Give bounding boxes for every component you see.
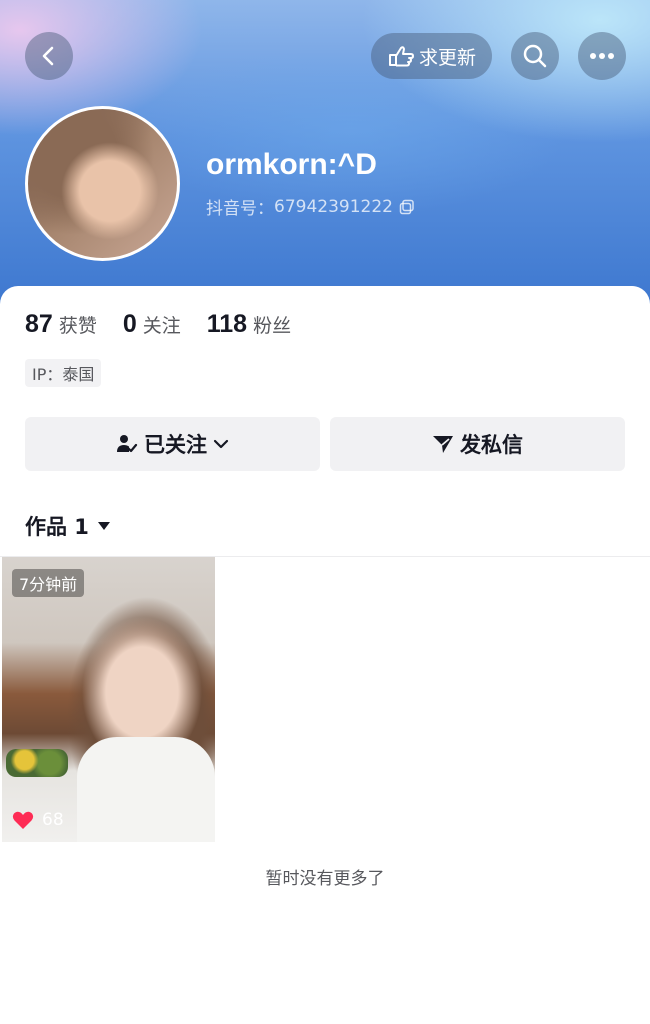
works-tab-label: 作品 1 <box>25 515 89 539</box>
works-tab[interactable]: 作品 1 <box>25 511 111 541</box>
caret-down-icon <box>97 522 110 530</box>
video-likes-count: 68 <box>42 810 64 830</box>
followed-button[interactable]: 已关注 <box>25 417 320 471</box>
request-update-label: 求更新 <box>418 46 476 69</box>
video-thumbnail[interactable] <box>2 557 215 842</box>
thumbnail-plant-decoration <box>6 749 68 777</box>
search-icon <box>523 44 547 68</box>
followers-label[interactable]: 粉丝 <box>253 311 291 338</box>
message-button[interactable]: 发私信 <box>330 417 625 471</box>
copy-icon[interactable] <box>399 199 415 215</box>
no-more-content-text: 暂时没有更多了 <box>265 869 385 889</box>
ip-location-tag: IP：泰国 <box>25 359 102 387</box>
profile-stats: 87 获赞 0 关注 118 粉丝 <box>25 310 291 339</box>
followed-label: 已关注 <box>144 433 207 457</box>
send-icon <box>433 436 453 453</box>
more-button[interactable] <box>578 32 626 80</box>
profile-nickname: ormkorn:^D <box>206 148 377 181</box>
heart-icon <box>12 811 34 829</box>
video-time-badge: 7分钟前 <box>12 569 85 597</box>
profile-avatar[interactable] <box>25 106 180 261</box>
hand-pointing-icon <box>388 46 414 67</box>
request-update-button[interactable]: 求更新 <box>371 33 492 79</box>
more-dots-icon <box>590 53 614 59</box>
following-count[interactable]: 0 <box>123 310 137 339</box>
video-likes: 68 <box>12 810 64 830</box>
message-label: 发私信 <box>460 433 523 457</box>
back-button[interactable] <box>25 32 73 80</box>
followers-count[interactable]: 118 <box>207 310 247 339</box>
user-check-icon <box>117 435 138 453</box>
likes-count: 87 <box>25 310 53 338</box>
chevron-left-icon <box>42 46 54 66</box>
search-button[interactable] <box>511 32 559 80</box>
chevron-down-icon <box>213 439 229 449</box>
thumbnail-figure <box>77 737 215 842</box>
douyin-id-label: 抖音号： <box>206 199 274 219</box>
douyin-id-value: 67942391222 <box>274 196 393 217</box>
douyin-id-row[interactable]: 抖音号： 67942391222 <box>206 194 415 219</box>
likes-label: 获赞 <box>58 315 97 337</box>
following-label[interactable]: 关注 <box>143 311 181 338</box>
